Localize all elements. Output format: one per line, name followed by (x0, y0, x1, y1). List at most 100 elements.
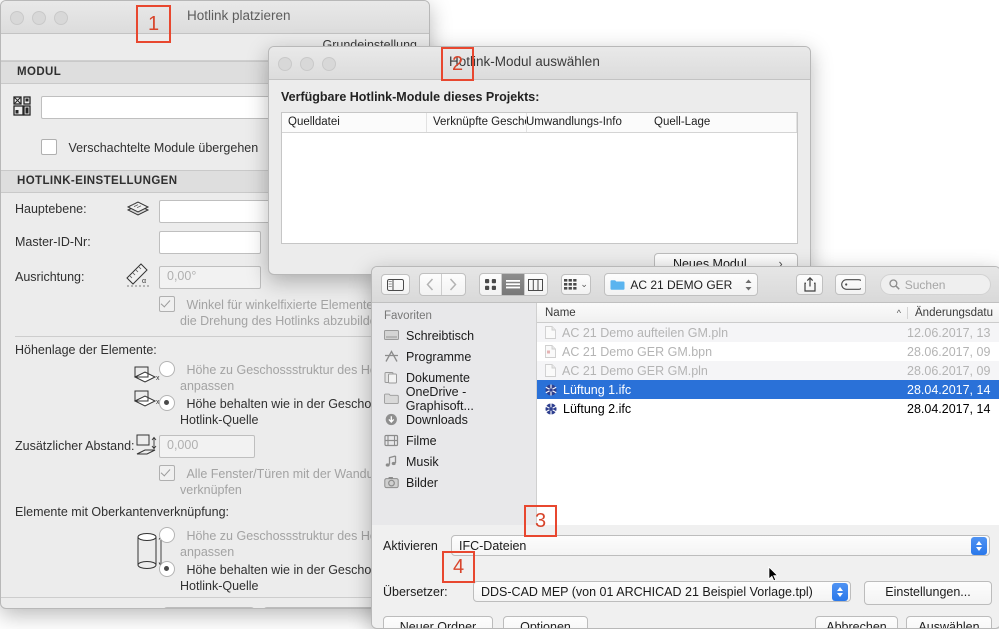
popup-stepper-icon[interactable] (832, 583, 848, 601)
hoehenlage-row: Höhenlage der Elemente: (1, 337, 429, 359)
finder-file-list[interactable]: Name ^ Änderungsdatu AC 21 Demo aufteile… (537, 303, 999, 525)
abstand-input[interactable]: 0,000 (159, 435, 255, 458)
file-date: 28.06.2017, 09 (907, 344, 991, 359)
sidebar-item-label: Bilder (406, 475, 438, 490)
tag-icon[interactable] (835, 274, 866, 295)
annotation-1: 1 (136, 5, 171, 43)
sidebar-item-musik[interactable]: Musik (372, 451, 536, 472)
new-folder-button[interactable]: Neuer Ordner (383, 616, 493, 628)
radio-button[interactable] (159, 561, 175, 577)
popup-stepper-icon[interactable] (971, 537, 987, 555)
icon-view-icon[interactable] (480, 274, 503, 295)
downloads-icon (385, 413, 397, 426)
folder-icon (610, 279, 625, 290)
column-umwandlungs-info[interactable]: Umwandlungs-Info (520, 113, 648, 132)
window-link-row: Alle Fenster/Türen mit der Wandunterkant… (1, 465, 429, 503)
checkbox-box[interactable] (41, 139, 57, 155)
translator-value: DDS-CAD MEP (von 01 ARCHICAD 21 Beispiel… (481, 584, 813, 599)
sidebar-item-bilder[interactable]: Bilder (372, 472, 536, 493)
sidebar-item-programme[interactable]: Programme (372, 346, 536, 367)
file-type-popup[interactable]: IFC-Dateien (451, 535, 990, 556)
file-row[interactable]: Lüftung 2.ifc 28.04.2017, 14 (537, 399, 999, 418)
cancel-button[interactable]: Abbrechen (163, 607, 255, 608)
close-button[interactable] (10, 11, 24, 25)
radio-button[interactable] (159, 527, 175, 543)
view-mode-switch[interactable] (478, 273, 549, 296)
window-controls[interactable] (278, 57, 336, 71)
file-row[interactable]: AC 21 Demo GER GM.bpn 28.06.2017, 09 (537, 342, 999, 361)
table-header-row: Quelldatei Verknüpfte Geschoss Umwandlun… (282, 113, 797, 133)
activate-label: Aktivieren (383, 539, 438, 553)
minimize-button[interactable] (32, 11, 46, 25)
file-row-selected[interactable]: Lüftung 1.ifc 28.04.2017, 14 (537, 380, 999, 399)
available-modules-label: Verfügbare Hotlink-Module dieses Projekt… (281, 90, 540, 104)
checkbox-box[interactable] (159, 465, 175, 481)
share-icon[interactable] (796, 274, 824, 295)
hauptebene-label: Hauptebene: (15, 202, 87, 216)
column-quell-lage[interactable]: Quell-Lage (648, 113, 797, 132)
zoom-button[interactable] (54, 11, 68, 25)
bpn-file-icon (545, 345, 556, 358)
story-layers-icon (126, 201, 150, 216)
masterid-input[interactable] (159, 231, 261, 254)
file-name: Lüftung 2.ifc (563, 401, 632, 416)
file-row[interactable]: AC 21 Demo GER GM.pln 28.06.2017, 09 (537, 361, 999, 380)
column-verknuepfte-geschoss[interactable]: Verknüpfte Geschoss (427, 113, 527, 132)
column-date[interactable]: Änderungsdatu (907, 306, 999, 319)
folder-icon (384, 393, 399, 404)
sidebar-item-label: Dokumente (406, 370, 470, 385)
window1-footer: Abbrechen Hotlink platzieren (1, 598, 429, 608)
nav-buttons[interactable] (418, 273, 466, 296)
close-button[interactable] (278, 57, 292, 71)
annotation-4: 4 (442, 551, 475, 583)
column-view-icon[interactable] (525, 274, 547, 295)
svg-text:α: α (142, 278, 146, 285)
rotation-angle-icon: α (126, 263, 149, 287)
radio-button[interactable] (159, 395, 175, 411)
arrange-icon[interactable]: ⌄ (561, 274, 592, 295)
checkbox-box[interactable] (159, 296, 175, 312)
radio-button[interactable] (159, 361, 175, 377)
sidebar-item-filme[interactable]: Filme (372, 430, 536, 451)
updown-chevron-icon (745, 279, 752, 290)
desktop-icon (384, 330, 399, 340)
ifc-file-icon (545, 384, 557, 395)
hotlink-modul-auswaehlen-window: Hotlink-Modul auswählen Verfügbare Hotli… (268, 46, 811, 275)
sort-ascending-icon: ^ (896, 307, 901, 318)
search-placeholder: Suchen (904, 277, 946, 292)
movies-icon (384, 434, 399, 447)
choose-button[interactable]: Auswählen (906, 616, 992, 628)
sidebar-item-label: Programme (406, 349, 472, 364)
settings-button[interactable]: Einstellungen... (864, 581, 992, 605)
file-name: AC 21 Demo GER GM.pln (562, 363, 708, 378)
sidebar-item-label: Filme (406, 433, 437, 448)
back-icon[interactable] (420, 274, 443, 295)
file-date: 12.06.2017, 13 (907, 325, 991, 340)
module-icon (13, 96, 31, 116)
forward-icon[interactable] (442, 274, 464, 295)
sidebar-header: Favoriten (384, 310, 432, 322)
sidebar-item-label: Schreibtisch (406, 328, 475, 343)
search-input[interactable]: Suchen (879, 274, 991, 295)
column-name[interactable]: Name ^ (537, 307, 907, 319)
ausrichtung-label: Ausrichtung: (15, 270, 85, 284)
modules-table[interactable]: Quelldatei Verknüpfte Geschoss Umwandlun… (281, 112, 798, 244)
cancel-button[interactable]: Abbrechen (815, 616, 898, 628)
window-controls[interactable] (10, 11, 68, 25)
sidebar-toggle-icon[interactable] (381, 274, 410, 295)
column-quelldatei[interactable]: Quelldatei (282, 113, 427, 132)
list-view-icon[interactable] (502, 274, 525, 295)
file-name: AC 21 Demo GER GM.bpn (562, 344, 713, 359)
path-popup-button[interactable]: AC 21 DEMO GER (604, 273, 759, 296)
ausrichtung-input[interactable]: 0,00° (159, 266, 261, 289)
file-row[interactable]: AC 21 Demo aufteilen GM.pln 12.06.2017, … (537, 323, 999, 342)
sidebar-item-schreibtisch[interactable]: Schreibtisch (372, 325, 536, 346)
zoom-button[interactable] (322, 57, 336, 71)
minimize-button[interactable] (300, 57, 314, 71)
translator-label: Übersetzer: (383, 585, 448, 599)
nested-modules-checkbox[interactable]: Verschachtelte Module übergehen (41, 139, 258, 157)
search-icon (889, 279, 900, 290)
sidebar-item-onedrive[interactable]: OneDrive - Graphisoft... (372, 385, 536, 413)
options-button[interactable]: Optionen (503, 616, 588, 628)
translator-popup[interactable]: DDS-CAD MEP (von 01 ARCHICAD 21 Beispiel… (473, 581, 851, 602)
